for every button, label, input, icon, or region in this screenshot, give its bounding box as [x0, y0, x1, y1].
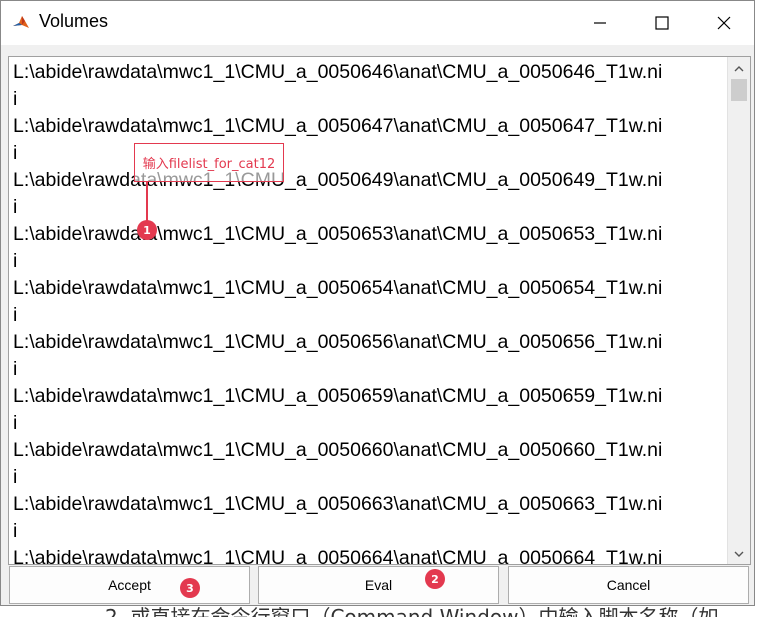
file-list-line: i — [13, 88, 18, 110]
eval-button[interactable]: Eval — [258, 566, 499, 604]
file-list-line: i — [13, 358, 18, 380]
annotation-marker-3: 3 — [180, 578, 200, 598]
scroll-up-button[interactable] — [728, 61, 750, 75]
file-list-line: i — [13, 466, 18, 488]
chevron-down-icon — [734, 551, 744, 557]
file-list-line: i — [13, 142, 18, 164]
scroll-down-button[interactable] — [728, 546, 750, 560]
accept-button[interactable]: Accept — [9, 566, 250, 604]
file-list-line: L:\abide\rawdata\mwc1_1\CMU_a_0050660\an… — [13, 439, 663, 461]
file-list-line: L:\abide\rawdata\mwc1_1\CMU_a_0050659\an… — [13, 385, 663, 407]
maximize-button[interactable] — [639, 1, 685, 45]
file-list-lines: L:\abide\rawdata\mwc1_1\CMU_a_0050646\an… — [13, 59, 723, 565]
file-list-line: L:\abide\rawdata\mwc1_1\CMU_a_0050664\an… — [13, 547, 663, 565]
file-list-line: i — [13, 250, 18, 272]
file-list-line: i — [13, 412, 18, 434]
background-document-text: 2. 或直接在命令行窗口（Command Window）中输入脚本名称（如 — [105, 605, 719, 617]
volumes-dialog: Volumes L:\abide\rawdata\mwc1_1\CMU_a_00… — [0, 0, 755, 606]
file-list-line: L:\abide\rawdata\mwc1_1\CMU_a_0050656\an… — [13, 331, 663, 353]
callout-connector — [146, 182, 148, 224]
window-title: Volumes — [39, 11, 109, 31]
file-list-line: L:\abide\rawdata\mwc1_1\CMU_a_0050647\an… — [13, 115, 663, 137]
file-list-line: i — [13, 196, 18, 218]
title-bar: Volumes — [1, 1, 754, 45]
file-list-line: i — [13, 304, 18, 326]
annotation-marker-2: 2 — [425, 569, 445, 589]
chevron-up-icon — [734, 66, 744, 72]
file-list-line: L:\abide\rawdata\mwc1_1\CMU_a_0050649\an… — [13, 169, 663, 191]
file-list-line: L:\abide\rawdata\mwc1_1\CMU_a_0050653\an… — [13, 223, 663, 245]
annotation-callout: 输入filelist_for_cat12 — [134, 143, 284, 182]
minimize-icon — [594, 22, 606, 24]
file-list-line: i — [13, 520, 18, 542]
file-list-line: L:\abide\rawdata\mwc1_1\CMU_a_0050646\an… — [13, 61, 663, 83]
maximize-icon — [655, 16, 669, 30]
annotation-marker-1: 1 — [137, 220, 157, 240]
matlab-icon — [11, 13, 31, 33]
scrollbar-thumb[interactable] — [731, 79, 747, 101]
close-button[interactable] — [701, 1, 747, 45]
file-list-line: L:\abide\rawdata\mwc1_1\CMU_a_0050654\an… — [13, 277, 663, 299]
cancel-button[interactable]: Cancel — [508, 566, 749, 604]
file-list-textarea[interactable]: L:\abide\rawdata\mwc1_1\CMU_a_0050646\an… — [8, 56, 751, 565]
file-list-line: L:\abide\rawdata\mwc1_1\CMU_a_0050663\an… — [13, 493, 663, 515]
minimize-button[interactable] — [577, 1, 623, 45]
vertical-scrollbar[interactable] — [727, 57, 750, 564]
close-icon — [717, 16, 731, 30]
